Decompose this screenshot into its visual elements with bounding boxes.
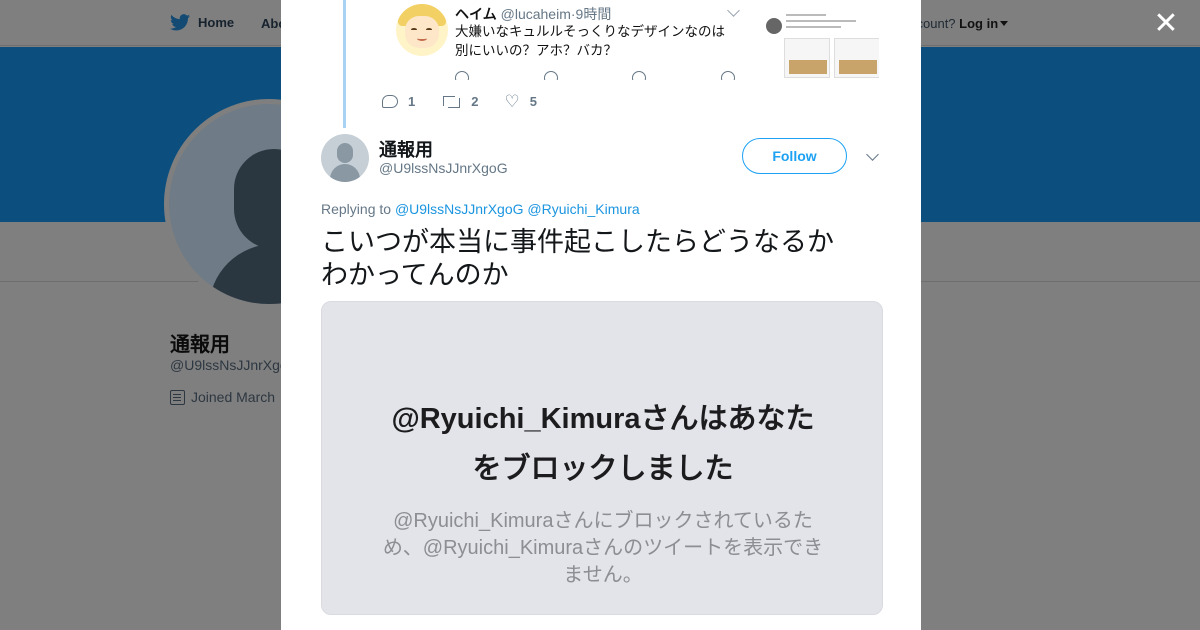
parent-tweet-avatar[interactable] — [396, 4, 448, 56]
retweet-icon — [441, 95, 461, 108]
nav-login[interactable]: ccount? Log in — [910, 16, 1009, 31]
replying-to-link[interactable]: @Ryuichi_Kimura — [527, 201, 639, 217]
tweet-text: こいつが本当に事件起こしたらどうなるか わかってんのか — [321, 226, 881, 292]
profile-joined: Joined March — [170, 389, 275, 405]
tweet-media-image[interactable]: @Ryuichi_Kimuraさんはあなた をブロックしました @Ryuichi… — [321, 301, 883, 615]
blocked-subtitle-line: @Ryuichi_Kimuraさんにブロックされているた — [393, 510, 813, 532]
parent-tweet-time[interactable]: 9時間 — [576, 6, 612, 22]
parent-tweet-text-line: 大嫌いなキュルルそっくりなデザインなのは — [455, 24, 725, 39]
profile-name: 通報用 — [170, 334, 230, 356]
joined-label: Joined March — [191, 389, 276, 405]
blocked-subtitle-line: ません。 — [563, 564, 643, 586]
parent-tweet-text-line: 別にいいの？アホ？バカ？ — [455, 43, 617, 58]
reply-count-value: 1 — [408, 94, 416, 109]
parent-tweet-header: ヘイム @lucaheim·9時間 — [455, 4, 611, 24]
blocked-title-line: をブロックしました — [472, 453, 734, 485]
replying-prefix: Replying to — [321, 201, 392, 217]
reply-icon — [382, 95, 398, 108]
reply-count[interactable]: 1 — [382, 94, 415, 109]
tweet-author-handle[interactable]: @U9lssNsJJnrXgoG — [379, 160, 508, 176]
tweet-text-line: わかってんのか — [321, 260, 509, 290]
blocked-subtitle: @Ryuichi_Kimuraさんにブロックされているた め、@Ryuichi_… — [372, 508, 834, 589]
nav-home[interactable]: Home — [170, 14, 234, 31]
parent-tweet-handle[interactable]: @lucaheim — [501, 6, 571, 22]
parent-tweet-text: 大嫌いなキュルルそっくりなデザインなのは 別にいいの？アホ？バカ？ — [455, 22, 745, 60]
login-link[interactable]: Log in — [959, 16, 998, 31]
parent-tweet-media-thumbnail[interactable] — [764, 0, 879, 82]
retweet-count-value: 2 — [471, 94, 479, 109]
blocked-subtitle-line: め、@Ryuichi_Kimuraさんのツイートを表示でき — [382, 537, 824, 559]
tweet-modal: ヘイム @lucaheim·9時間 大嫌いなキュルルそっくりなデザインなのは 別… — [281, 0, 921, 630]
like-count-value: 5 — [529, 94, 537, 109]
blocked-title-line: @Ryuichi_Kimuraさんはあなた — [391, 403, 815, 435]
share-icon[interactable] — [720, 71, 735, 80]
twitter-bird-icon — [170, 14, 190, 31]
blocked-title: @Ryuichi_Kimuraさんはあなた をブロックしました — [362, 394, 844, 494]
parent-tweet-name[interactable]: ヘイム — [455, 6, 497, 22]
reply-icon[interactable] — [455, 71, 469, 80]
replying-to: Replying to @U9lssNsJJnrXgoG @Ryuichi_Ki… — [321, 201, 640, 217]
parent-tweet-stats: 1 2 ♡ 5 — [382, 93, 563, 110]
thread-line — [343, 0, 346, 128]
parent-tweet-actions — [455, 68, 735, 80]
tweet-author-avatar[interactable] — [321, 134, 369, 182]
like-icon[interactable] — [632, 71, 647, 80]
like-count[interactable]: ♡ 5 — [504, 93, 536, 110]
replying-to-link[interactable]: @U9lssNsJJnrXgoG — [395, 201, 524, 217]
heart-icon: ♡ — [504, 92, 520, 111]
tweet-text-line: こいつが本当に事件起こしたらどうなるか — [321, 227, 834, 257]
retweet-icon[interactable] — [543, 71, 558, 80]
chevron-down-icon[interactable] — [866, 148, 879, 161]
tweet-author-name[interactable]: 通報用 — [379, 136, 433, 162]
close-button[interactable]: ✕ — [1152, 9, 1180, 39]
follow-button[interactable]: Follow — [742, 138, 847, 174]
profile-handle: @U9lssNsJJnrXgo — [170, 357, 288, 373]
retweet-count[interactable]: 2 — [441, 94, 478, 109]
caret-down-icon — [1000, 21, 1009, 26]
nav-home-label: Home — [198, 15, 235, 30]
calendar-icon — [170, 389, 185, 405]
chevron-down-icon[interactable] — [727, 4, 740, 17]
